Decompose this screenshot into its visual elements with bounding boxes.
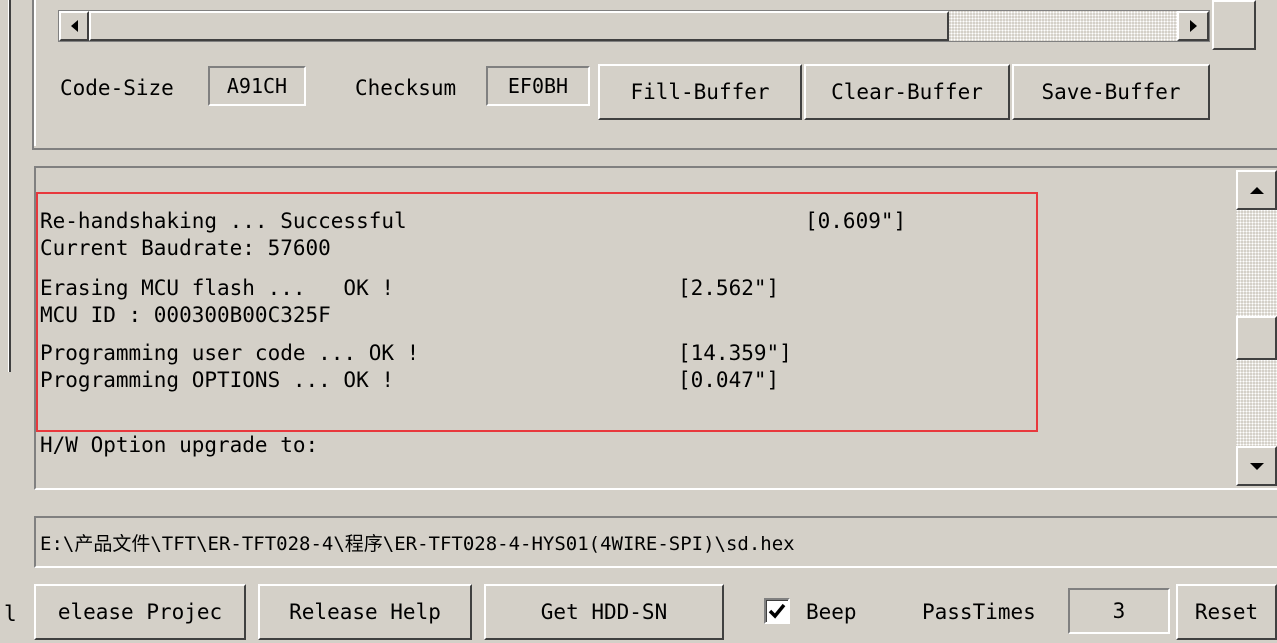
beep-label: Beep xyxy=(806,600,857,624)
checksum-label: Checksum xyxy=(355,76,457,100)
scroll-right-icon xyxy=(1189,20,1197,32)
get-hdd-sn-button[interactable]: Get HDD-SN xyxy=(484,584,724,640)
pass-times-value: 3 xyxy=(1068,588,1170,634)
scroll-right-button[interactable] xyxy=(1177,11,1209,41)
reset-button[interactable]: Reset xyxy=(1176,584,1277,640)
code-size-value: A91CH xyxy=(208,66,306,106)
log-highlight-box xyxy=(36,192,1038,432)
scroll-left-icon xyxy=(70,20,78,32)
release-project-button[interactable]: elease Projec xyxy=(34,584,246,640)
log-vertical-scrollbar[interactable] xyxy=(1236,170,1277,486)
window-left-edge xyxy=(8,0,11,372)
log-line: H/W Option upgrade to: xyxy=(40,433,319,457)
scroll-down-icon xyxy=(1249,462,1264,470)
beep-checkbox[interactable] xyxy=(764,598,790,624)
hex-file-path: E:\产品文件\TFT\ER-TFT028-4\程序\ER-TFT028-4-H… xyxy=(40,532,795,555)
checkmark-icon xyxy=(768,603,786,619)
clear-buffer-button[interactable]: Clear-Buffer xyxy=(804,64,1010,120)
release-help-button[interactable]: Release Help xyxy=(258,584,472,640)
hex-horizontal-scrollbar[interactable] xyxy=(58,10,1210,42)
code-size-label: Code-Size xyxy=(60,76,174,100)
buffer-panel-inner-line xyxy=(34,0,36,146)
scroll-left-button[interactable] xyxy=(59,11,89,41)
checksum-value: EF0BH xyxy=(486,66,590,106)
scrollbar-thumb[interactable] xyxy=(1236,316,1277,360)
scrollbar-thumb[interactable] xyxy=(89,11,949,41)
save-buffer-button[interactable]: Save-Buffer xyxy=(1012,64,1210,120)
scroll-down-button[interactable] xyxy=(1236,446,1277,486)
hex-file-path-field[interactable]: E:\产品文件\TFT\ER-TFT028-4\程序\ER-TFT028-4-H… xyxy=(34,516,1277,568)
scroll-up-button[interactable] xyxy=(1236,170,1277,210)
hex-view-corner xyxy=(1212,0,1256,50)
window-edge-char: l xyxy=(4,602,17,626)
fill-buffer-button[interactable]: Fill-Buffer xyxy=(598,64,802,120)
scroll-up-icon xyxy=(1249,186,1264,194)
pass-times-label: PassTimes xyxy=(922,600,1036,624)
